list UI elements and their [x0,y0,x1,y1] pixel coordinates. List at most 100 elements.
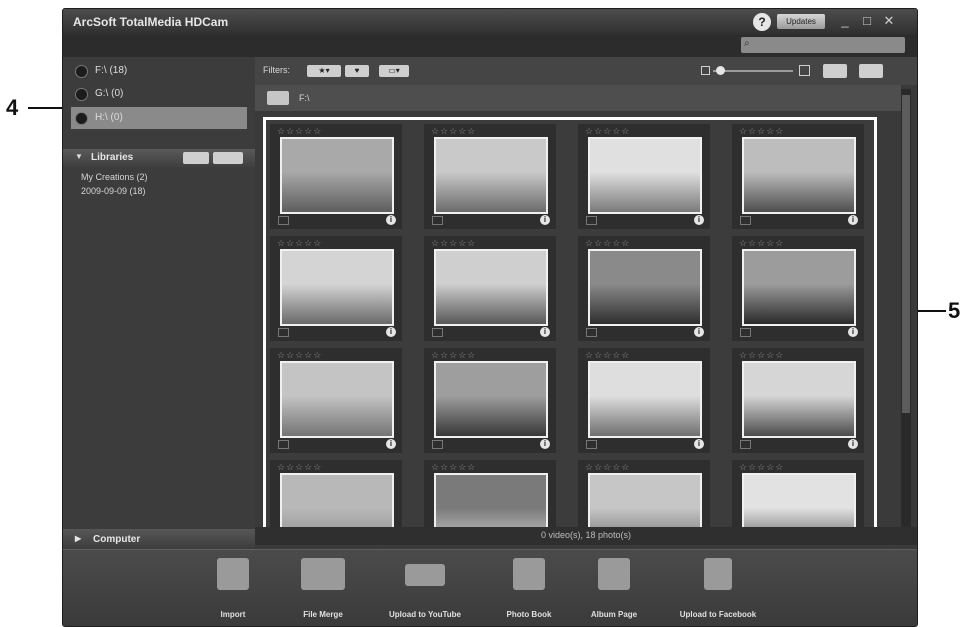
info-icon[interactable]: i [848,215,858,225]
info-icon[interactable]: i [848,439,858,449]
expand-arrow-icon[interactable]: ▶ [75,534,81,543]
file-merge-button[interactable]: File Merge [288,558,358,619]
collapse-arrow-icon[interactable]: ▼ [75,152,83,161]
minimize-button[interactable]: _ [837,13,853,29]
image-thumbnail-icon [740,440,751,449]
photo-thumbnail[interactable] [588,473,702,530]
photo-thumbnail[interactable] [434,473,548,530]
info-icon[interactable]: i [540,327,550,337]
zoom-slider[interactable] [713,70,793,72]
zoom-in-icon[interactable] [799,65,810,76]
updates-button[interactable]: Updates [777,14,825,29]
photo-tile[interactable]: ☆☆☆☆☆ i [578,124,710,229]
photo-tile[interactable]: ☆☆☆☆☆ i [578,236,710,341]
photo-tile[interactable]: ☆☆☆☆☆ [732,460,864,530]
info-icon[interactable]: i [386,215,396,225]
rating-stars[interactable]: ☆☆☆☆☆ [431,238,476,249]
computer-header[interactable]: ▶ Computer [63,529,255,551]
info-icon[interactable]: i [694,439,704,449]
photo-tile[interactable]: ☆☆☆☆☆ [578,460,710,530]
libraries-header[interactable]: ▼ Libraries [63,149,255,167]
photo-thumbnail[interactable] [588,249,702,326]
scrollbar-thumb[interactable] [902,95,910,413]
list-view-button[interactable] [859,64,883,78]
drive-item-g[interactable]: G:\ (0) [71,83,247,105]
upload-youtube-button[interactable]: Upload to YouTube [375,558,475,619]
info-icon[interactable]: i [386,439,396,449]
rating-stars[interactable]: ☆☆☆☆☆ [739,462,784,473]
photo-tile[interactable]: ☆☆☆☆☆ i [270,236,402,341]
photo-thumbnail[interactable] [742,361,856,438]
drive-item-h[interactable]: H:\ (0) [71,107,247,129]
photo-thumbnail[interactable] [588,361,702,438]
maximize-button[interactable]: □ [859,13,875,29]
photo-thumbnail[interactable] [280,137,394,214]
status-text: 0 video(s), 18 photo(s) [540,530,632,540]
rating-stars[interactable]: ☆☆☆☆☆ [277,350,322,361]
upload-facebook-button[interactable]: Upload to Facebook [663,558,773,619]
rating-stars[interactable]: ☆☆☆☆☆ [431,126,476,137]
album-page-button[interactable]: Album Page [578,558,650,619]
help-icon[interactable]: ? [753,13,771,31]
rating-stars[interactable]: ☆☆☆☆☆ [431,350,476,361]
rating-stars[interactable]: ☆☆☆☆☆ [585,126,630,137]
drive-icon [75,112,88,125]
photo-tile[interactable]: ☆☆☆☆☆ [270,460,402,530]
libraries-label: Libraries [91,152,134,163]
info-icon[interactable]: i [694,215,704,225]
photo-thumbnail[interactable] [280,361,394,438]
rating-stars[interactable]: ☆☆☆☆☆ [431,462,476,473]
library-item-date[interactable]: 2009-09-09 (18) [81,186,146,196]
photo-tile[interactable]: ☆☆☆☆☆ i [424,124,556,229]
photo-thumbnail[interactable] [588,137,702,214]
photo-thumbnail[interactable] [434,249,548,326]
close-button[interactable]: ✕ [881,13,897,29]
info-icon[interactable]: i [540,215,550,225]
photo-tile[interactable]: ☆☆☆☆☆ i [732,124,864,229]
rating-filter-button[interactable]: ★▾ [307,65,341,77]
rating-stars[interactable]: ☆☆☆☆☆ [277,462,322,473]
photo-thumbnail[interactable] [434,361,548,438]
rating-stars[interactable]: ☆☆☆☆☆ [739,126,784,137]
library-item-my-creations[interactable]: My Creations (2) [81,172,148,182]
photo-thumbnail[interactable] [742,137,856,214]
photo-tile[interactable]: ☆☆☆☆☆ i [270,124,402,229]
image-thumbnail-icon [278,328,289,337]
photo-book-button[interactable]: Photo Book [493,558,565,619]
favorite-filter-button[interactable]: ♥ [345,65,369,77]
photo-tile[interactable]: ☆☆☆☆☆ i [578,348,710,453]
library-add-button[interactable] [183,152,209,164]
photo-thumbnail[interactable] [742,249,856,326]
title-bar[interactable]: ArcSoft TotalMedia HDCam ? Updates _ □ ✕ [63,9,917,35]
photo-thumbnail[interactable] [280,473,394,530]
search-input[interactable] [741,37,905,53]
gallery-scrollbar[interactable] [901,89,911,529]
photo-tile[interactable]: ☆☆☆☆☆ i [424,348,556,453]
rating-stars[interactable]: ☆☆☆☆☆ [585,350,630,361]
rating-stars[interactable]: ☆☆☆☆☆ [585,238,630,249]
info-icon[interactable]: i [386,327,396,337]
drive-item-f[interactable]: F:\ (18) [71,60,247,82]
rating-stars[interactable]: ☆☆☆☆☆ [739,238,784,249]
rating-stars[interactable]: ☆☆☆☆☆ [277,126,322,137]
zoom-slider-handle[interactable] [716,66,725,75]
library-options-button[interactable] [213,152,243,164]
info-icon[interactable]: i [540,439,550,449]
photo-tile[interactable]: ☆☆☆☆☆ i [732,348,864,453]
import-button[interactable]: Import [203,558,263,619]
zoom-out-icon[interactable] [701,66,710,75]
rating-stars[interactable]: ☆☆☆☆☆ [277,238,322,249]
photo-tile[interactable]: ☆☆☆☆☆ i [270,348,402,453]
photo-thumbnail[interactable] [434,137,548,214]
info-icon[interactable]: i [848,327,858,337]
photo-tile[interactable]: ☆☆☆☆☆ i [732,236,864,341]
type-filter-button[interactable]: ▭▾ [379,65,409,77]
photo-tile[interactable]: ☆☆☆☆☆ [424,460,556,530]
photo-tile[interactable]: ☆☆☆☆☆ i [424,236,556,341]
photo-thumbnail[interactable] [280,249,394,326]
photo-thumbnail[interactable] [742,473,856,530]
info-icon[interactable]: i [694,327,704,337]
grid-view-button[interactable] [823,64,847,78]
rating-stars[interactable]: ☆☆☆☆☆ [739,350,784,361]
rating-stars[interactable]: ☆☆☆☆☆ [585,462,630,473]
